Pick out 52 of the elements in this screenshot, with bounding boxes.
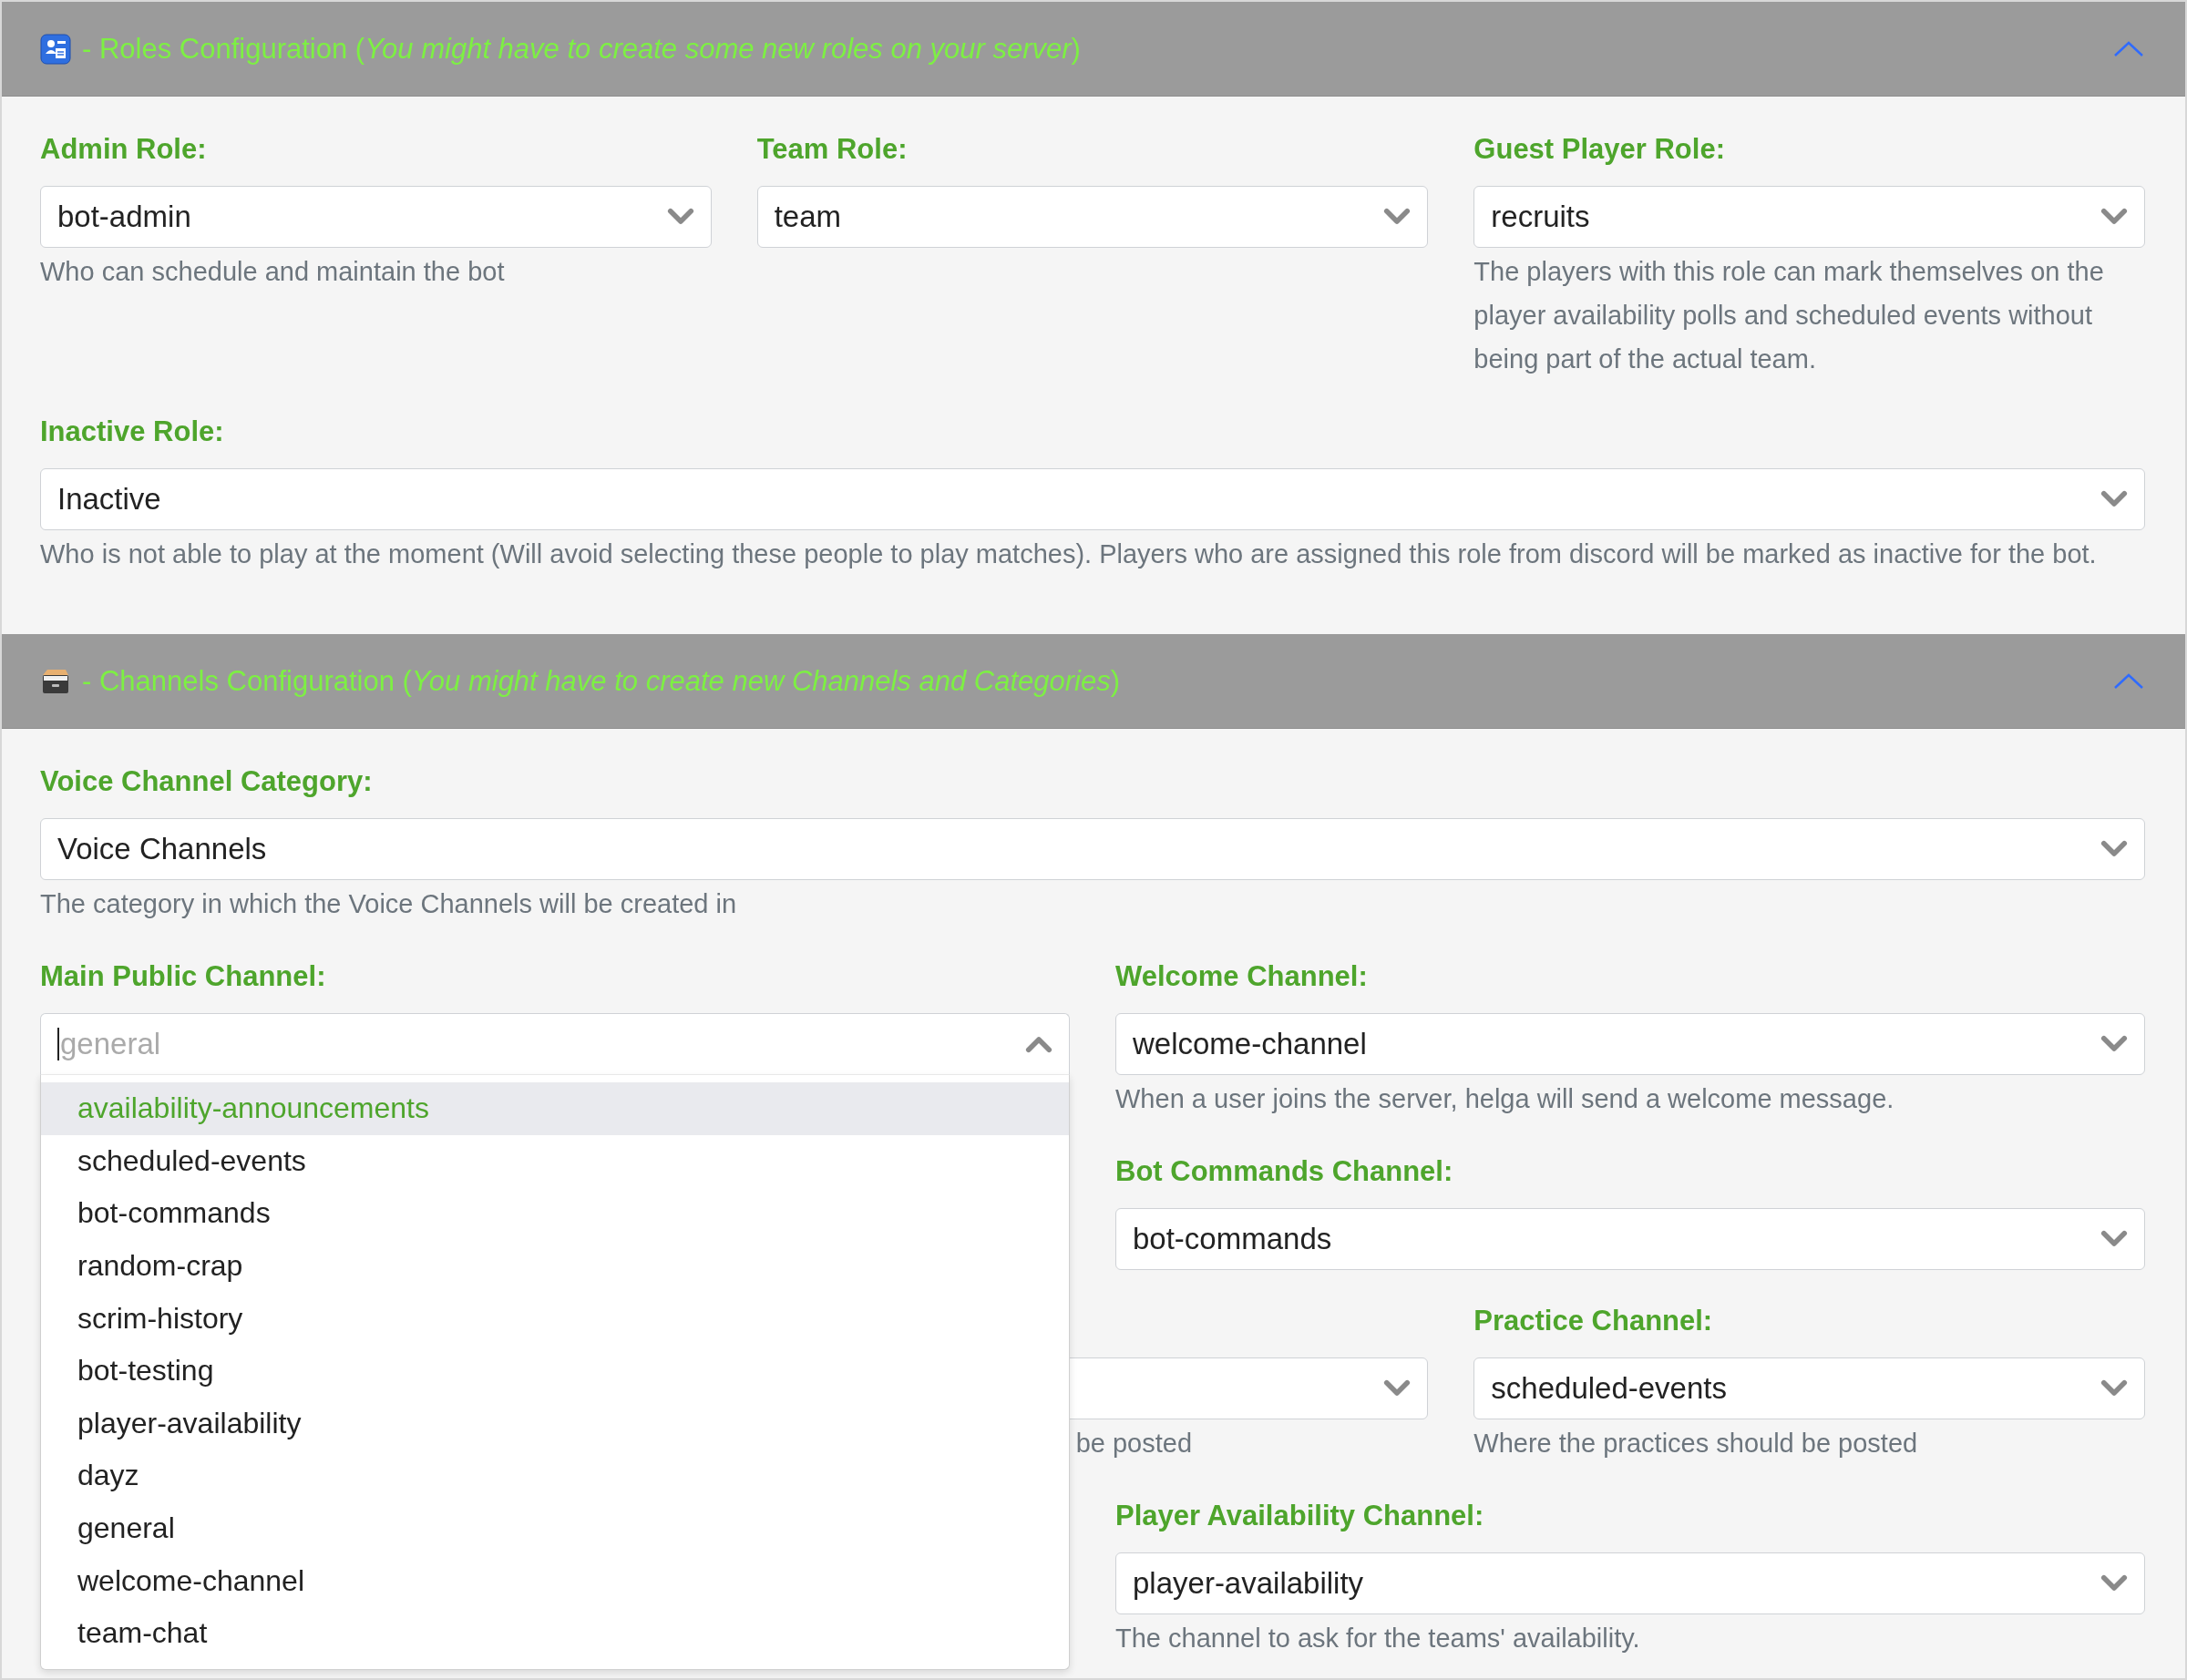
field-label: Guest Player Role: — [1473, 132, 1726, 167]
chevron-down-icon — [2100, 840, 2128, 858]
dropdown-option[interactable]: dayz — [41, 1450, 1069, 1502]
select-field[interactable]: recruits — [1473, 186, 2145, 248]
chevron-down-icon — [2100, 208, 2128, 226]
dropdown-option[interactable]: player-availability — [41, 1397, 1069, 1450]
id-card-icon — [40, 33, 71, 65]
select-field[interactable]: scheduled-events — [1473, 1357, 2145, 1419]
dropdown-option[interactable]: bot-commands — [41, 1187, 1069, 1240]
chevron-down-icon — [2100, 1379, 2128, 1398]
help-text: When a user joins the server, helga will send a welcome message. — [1115, 1083, 1894, 1115]
section-title: - Channels Configuration (You might have to create new Channels and Categories) — [82, 664, 1122, 698]
field-label: Bot Commands Channel: — [1115, 1154, 1454, 1189]
dropdown-option[interactable]: random-crap — [41, 1239, 1069, 1293]
chevron-down-icon — [1383, 208, 1412, 226]
select-field[interactable]: bot-admin — [40, 186, 712, 248]
dropdown-option[interactable]: scrim-history — [41, 1292, 1069, 1345]
field-label: Inactive Role: — [40, 415, 225, 449]
field-label: Main Public Channel: — [40, 959, 327, 994]
field-label: Admin Role: — [40, 132, 208, 167]
help-text: Where the practices should be posted — [1473, 1428, 1918, 1460]
select-field[interactable]: team — [756, 186, 1429, 248]
help-text: Who is not able to play at the moment (Will avoid selecting these people to play matches). Players who are assigned this role from discord will be marked as inactive for the bot. — [40, 538, 2097, 570]
field-label: Team Role: — [756, 132, 909, 167]
placeholder-text: general — [60, 1027, 161, 1061]
dropdown-option[interactable]: welcome-channel — [41, 1554, 1069, 1607]
select-field[interactable]: welcome-channel — [1115, 1013, 2145, 1075]
select-field[interactable]: Inactive — [40, 468, 2145, 530]
help-text: be posted — [1074, 1428, 1193, 1460]
field-label: Voice Channel Category: — [40, 764, 374, 799]
select-field[interactable]: player-availability — [1115, 1552, 2145, 1614]
chevron-down-icon — [1383, 1379, 1412, 1398]
field-label: Welcome Channel: — [1115, 959, 1369, 994]
dropdown-option[interactable]: general — [41, 1501, 1069, 1555]
text-cursor — [57, 1028, 59, 1060]
dropdown-option[interactable]: bot-testing — [41, 1344, 1069, 1398]
chevron-down-icon — [2100, 1574, 2128, 1593]
chevron-down-icon — [2100, 1035, 2128, 1053]
chevron-down-icon — [666, 208, 694, 226]
help-text: The category in which the Voice Channels will be created in — [40, 888, 737, 920]
chevron-down-icon — [2100, 490, 2128, 508]
field-label: Practice Channel: — [1473, 1304, 1714, 1338]
field-label: Player Availability Channel: — [1115, 1499, 1485, 1533]
dropdown-option[interactable]: scheduled-events — [41, 1134, 1069, 1188]
select-field[interactable]: bot-commands — [1115, 1208, 2145, 1270]
dropdown-option[interactable]: team-chat — [41, 1606, 1069, 1660]
help-text: Who can schedule and maintain the bot — [40, 256, 505, 288]
chevron-down-icon — [2100, 1230, 2128, 1248]
select-field[interactable]: Voice Channels — [40, 818, 2145, 880]
help-text: The players with this role can mark themselves on the player availability polls and scheduled events without being part of the actual team. — [1473, 256, 2105, 375]
help-text: The channel to ask for the teams' availability. — [1115, 1623, 1640, 1654]
section-title: - Roles Configuration (You might have to create some new roles on your server) — [82, 32, 1082, 66]
